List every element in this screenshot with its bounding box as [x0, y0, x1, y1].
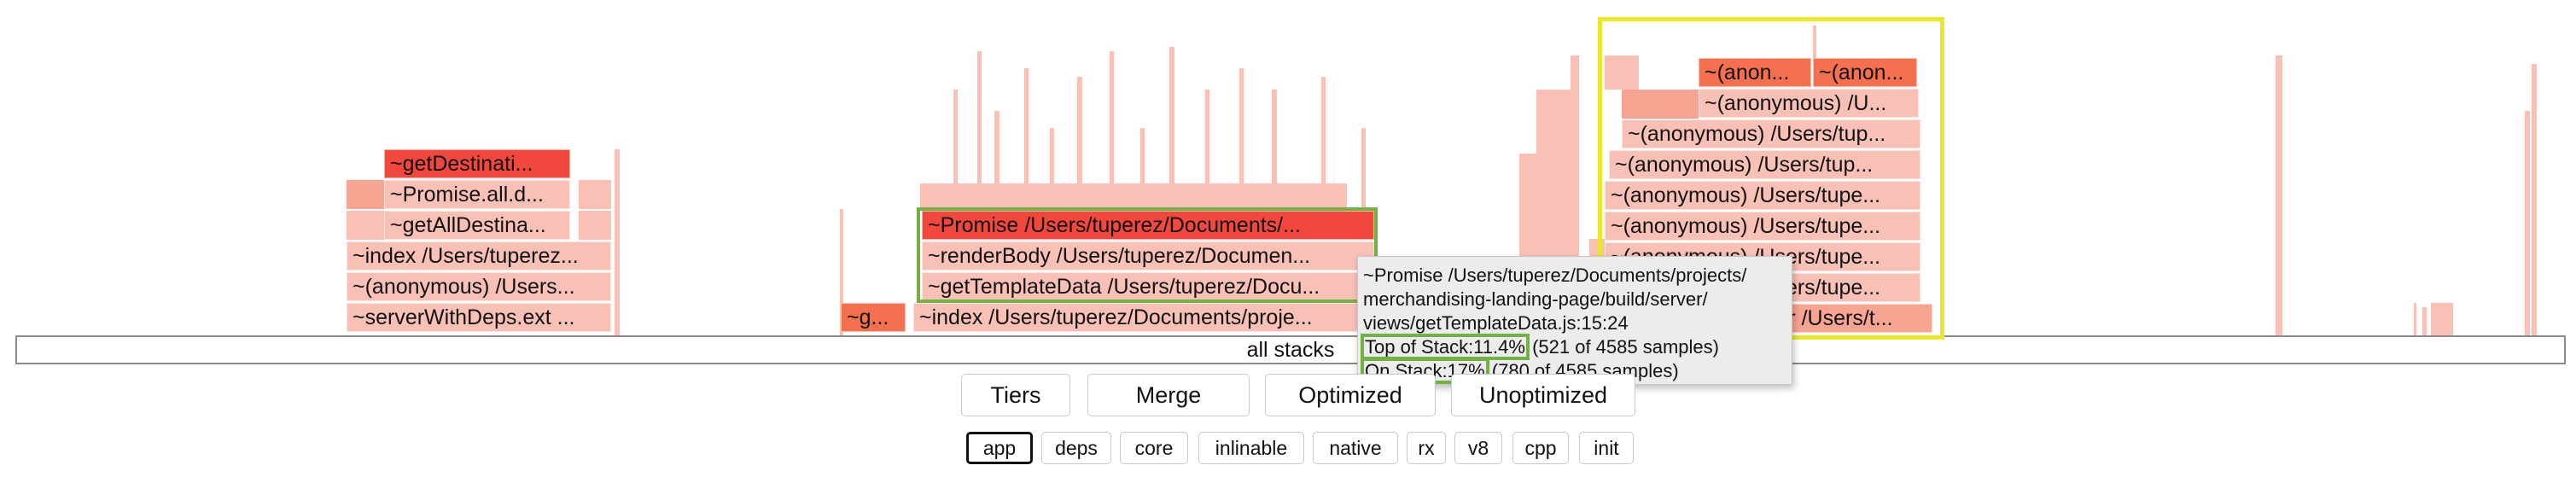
filter-init[interactable]: init: [1579, 432, 1634, 464]
filter-bar: app deps core inlinable native rx v8 cpp…: [0, 432, 2576, 466]
all-stacks-bar[interactable]: all stacks: [15, 335, 2566, 364]
sliver[interactable]: [347, 180, 384, 209]
sliver[interactable]: [920, 183, 1347, 209]
flame-frame[interactable]: ~getDestinati...: [384, 149, 570, 178]
sliver[interactable]: [1813, 26, 1816, 60]
flame-frame[interactable]: ~Promise /Users/tuperez/Documents/...: [922, 211, 1374, 240]
filter-core[interactable]: core: [1120, 432, 1188, 464]
top-of-stack-label: Top of Stack:11.4%: [1361, 334, 1530, 360]
tooltip-top-of-stack: Top of Stack:11.4% (521 of 4585 samples): [1361, 334, 1786, 360]
sliver[interactable]: [1536, 90, 1571, 158]
filter-v8[interactable]: v8: [1454, 432, 1502, 464]
filter-inlinable[interactable]: inlinable: [1198, 432, 1304, 464]
sliver[interactable]: [579, 180, 611, 209]
filter-cpp[interactable]: cpp: [1512, 432, 1569, 464]
tooltip-path-line: merchandising-landing-page/build/server/: [1363, 288, 1708, 310]
flame-frame[interactable]: rr /Users/t...: [1775, 304, 1932, 333]
filter-native[interactable]: native: [1313, 432, 1398, 464]
sliver[interactable]: [579, 211, 611, 240]
flame-frame[interactable]: ~(anonymous) /Users/tupe...: [1605, 212, 1920, 241]
sliver[interactable]: [347, 211, 384, 240]
sliver[interactable]: [2431, 303, 2453, 335]
filter-deps[interactable]: deps: [1041, 432, 1111, 464]
flame-frame[interactable]: ~(anon...: [1699, 58, 1811, 87]
flame-frame[interactable]: ~getAllDestina...: [384, 211, 570, 240]
flamegraph: ~getDestinati... ~Promise.all.d... ~getA…: [0, 0, 2576, 367]
optimized-button[interactable]: Optimized: [1265, 374, 1436, 416]
top-of-stack-detail: (521 of 4585 samples): [1532, 336, 1719, 358]
merge-button[interactable]: Merge: [1087, 374, 1250, 416]
tooltip-path-line: views/getTemplateData.js:15:24: [1363, 312, 1629, 334]
filter-app[interactable]: app: [966, 432, 1033, 464]
flame-frame[interactable]: ~renderBody /Users/tuperez/Documen...: [922, 241, 1374, 270]
flame-frame[interactable]: ~index /Users/tuperez...: [347, 241, 611, 270]
flame-frame[interactable]: ~getTemplateData /Users/tuperez/Docu...: [922, 272, 1374, 301]
flame-frame[interactable]: ~Promise.all.d...: [384, 180, 570, 209]
sliver[interactable]: [615, 149, 620, 335]
tooltip-path-line: ~Promise /Users/tuperez/Documents/projec…: [1363, 265, 1747, 286]
flame-frame[interactable]: ~serverWithDeps.ext ...: [347, 303, 611, 332]
tiers-button[interactable]: Tiers: [961, 374, 1070, 416]
sliver[interactable]: [2422, 307, 2427, 335]
frame-tooltip: ~Promise /Users/tuperez/Documents/projec…: [1357, 256, 1792, 385]
sliver[interactable]: [1361, 128, 1366, 218]
sliver[interactable]: [2276, 55, 2282, 335]
flame-frame[interactable]: ~(anonymous) /Users/tup...: [1622, 119, 1920, 148]
sliver[interactable]: [2525, 111, 2530, 335]
unoptimized-button[interactable]: Unoptimized: [1451, 374, 1635, 416]
sliver[interactable]: [2414, 303, 2416, 335]
flame-frame[interactable]: ~(anon...: [1813, 58, 1917, 87]
flame-frame[interactable]: ~g...: [841, 303, 906, 332]
flame-frame[interactable]: ~(anonymous) /Users/tupe...: [1605, 181, 1920, 210]
flame-frame[interactable]: ~(anonymous) /Users/tup...: [1609, 150, 1920, 179]
filter-rx[interactable]: rx: [1407, 432, 1446, 464]
sliver[interactable]: [1605, 55, 1639, 90]
control-bar: Tiers Merge Optimized Unoptimized: [0, 374, 2576, 420]
flame-frame[interactable]: ~(anonymous) /Users...: [347, 272, 611, 301]
sliver[interactable]: [1622, 90, 1699, 119]
sliver[interactable]: [2532, 64, 2537, 335]
flame-frame[interactable]: ~(anonymous) /U...: [1699, 89, 1919, 118]
